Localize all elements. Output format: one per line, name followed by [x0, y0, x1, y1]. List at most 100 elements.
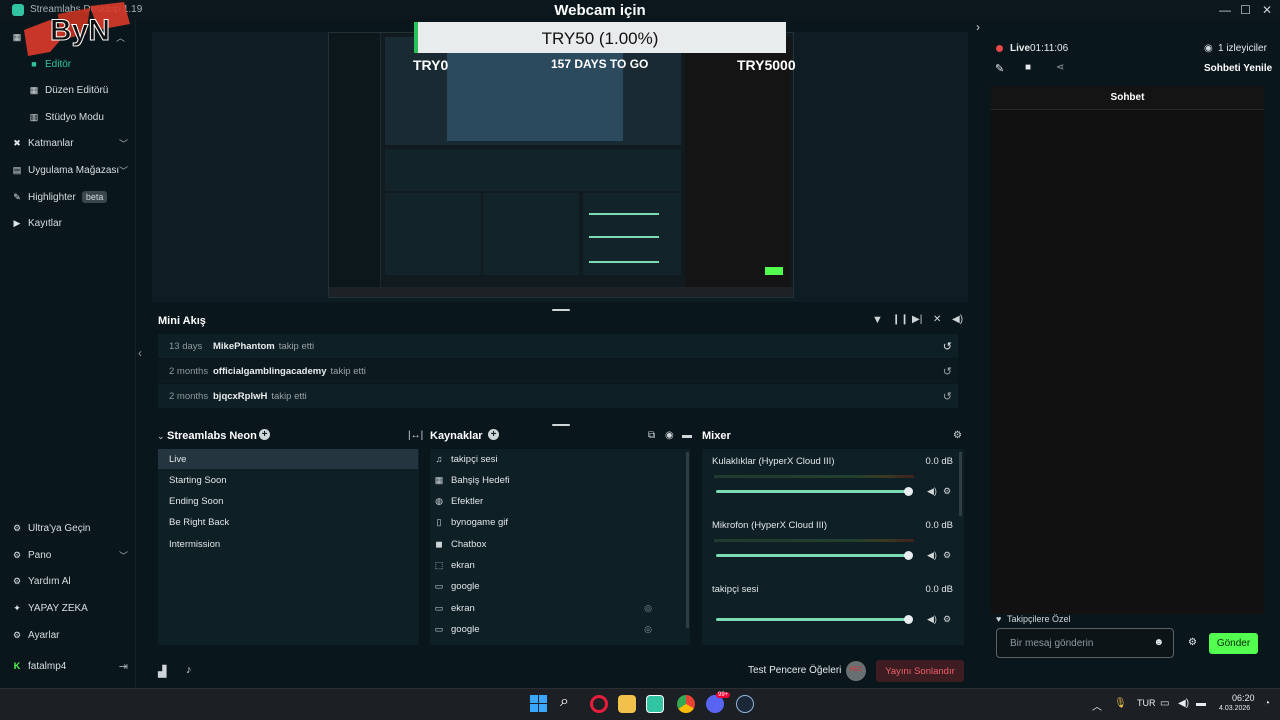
clock-time[interactable]: 06:20	[1232, 693, 1255, 703]
sidebar-item-highlighter[interactable]: ✎ Highlighter beta	[12, 188, 108, 206]
pencil-icon[interactable]: ✎	[995, 62, 1004, 75]
notifications-icon[interactable]: ◔	[1264, 698, 1270, 709]
send-button[interactable]: Gönder	[1209, 633, 1258, 654]
source-item[interactable]: ▭ google ◎	[434, 619, 684, 639]
volume-slider[interactable]	[716, 490, 908, 493]
volume-slider-knob[interactable]	[904, 615, 913, 624]
sidebar-item-settings[interactable]: ⚙ Ayarlar	[12, 626, 60, 644]
scene-item[interactable]: Ending Soon	[158, 491, 418, 511]
camera-icon[interactable]: ■	[1025, 62, 1031, 73]
end-stream-button[interactable]: Yayını Sonlandır	[876, 660, 964, 682]
sidebar-item-studio-mode[interactable]: ▥ Stüdyo Modu	[29, 108, 104, 126]
volume-slider-knob[interactable]	[904, 487, 913, 496]
close-button[interactable]: ✕	[1262, 3, 1272, 17]
steam-icon[interactable]	[736, 695, 754, 713]
sidebar-item-layers[interactable]: ✖ Katmanlar ﹀	[12, 134, 128, 152]
scene-item[interactable]: Intermission	[158, 534, 418, 554]
maximize-button[interactable]: ☐	[1240, 3, 1251, 17]
speaker-icon[interactable]: ◀)	[927, 486, 937, 497]
source-item[interactable]: ♫ takipçi sesi	[434, 449, 684, 469]
volume-slider[interactable]	[716, 554, 908, 557]
scene-item[interactable]: Live	[158, 449, 418, 469]
add-scene-icon[interactable]: +	[259, 429, 270, 440]
emoji-icon[interactable]: ☻	[1153, 637, 1164, 648]
network-icon[interactable]: ▭	[1160, 698, 1169, 709]
source-item[interactable]: ▭ ekran ◎	[434, 598, 684, 618]
gear-icon[interactable]: ⚙	[1188, 637, 1197, 648]
source-item[interactable]: ▭ google	[434, 576, 684, 596]
search-icon[interactable]: ⌕	[560, 693, 569, 711]
chevron-left-icon[interactable]: ‹	[138, 346, 142, 360]
source-item[interactable]: ▦ Bahşiş Hedefi	[434, 470, 684, 490]
gear-icon[interactable]: ⚙	[943, 486, 951, 497]
scenes-title[interactable]: Streamlabs Neon	[167, 430, 257, 442]
chevron-right-icon[interactable]: ›	[976, 20, 980, 34]
resize-handle[interactable]	[552, 309, 570, 311]
volume-slider[interactable]	[716, 618, 908, 621]
streamlabs-icon[interactable]	[646, 695, 664, 713]
add-source-icon[interactable]: +	[488, 429, 499, 440]
mixer-scrollbar[interactable]	[959, 452, 962, 516]
collapse-icon[interactable]: ⌄	[157, 431, 165, 442]
hidden-eye-icon[interactable]: ◎	[644, 624, 652, 635]
minimize-button[interactable]: —	[1219, 3, 1231, 17]
gear-icon[interactable]: ⚙	[943, 550, 951, 561]
source-item[interactable]: ⬚ ekran	[434, 555, 684, 575]
language-indicator[interactable]: TUR	[1137, 698, 1156, 708]
sidebar-item-app-store[interactable]: ▤ Uygulama Mağazası ﹀	[12, 161, 128, 179]
replay-icon[interactable]: ↺	[943, 390, 952, 403]
resize-handle[interactable]	[552, 424, 570, 426]
bell-icon[interactable]: ♪	[186, 664, 192, 676]
sidebar-item-ai[interactable]: ✦ YAPAY ZEKA	[12, 599, 88, 617]
calendar-icon: ▦	[434, 475, 444, 485]
chevron-up-icon[interactable]: ︿	[1092, 698, 1102, 713]
source-item[interactable]: ◍ Efektler	[434, 491, 684, 511]
record-button[interactable]: REC	[846, 661, 866, 681]
chat-message-input[interactable]: Bir mesaj gönderin ☻	[996, 628, 1174, 658]
gear-icon[interactable]: ⚙	[953, 430, 962, 441]
replay-icon[interactable]: ↺	[943, 365, 952, 378]
chat-box	[991, 86, 1264, 614]
sidebar-item-ultra[interactable]: ⚙ Ultra'ya Geçin	[12, 519, 91, 537]
share-icon[interactable]: ⋖	[1056, 62, 1064, 73]
test-widgets-button[interactable]: Test Pencere Öğeleri	[748, 665, 841, 676]
folder-icon[interactable]: ▬	[682, 430, 692, 441]
clock-date[interactable]: 4.03.2026	[1219, 705, 1250, 712]
tab-chat[interactable]: Sohbet	[991, 86, 1264, 110]
refresh-chat-button[interactable]: Sohbeti Yenile	[1204, 63, 1272, 74]
sidebar-item-layout-editor[interactable]: ▦ Düzen Editörü	[29, 81, 109, 99]
filter-icon[interactable]: ▼	[872, 314, 883, 326]
folder-icon[interactable]	[618, 695, 636, 713]
transition-icon[interactable]: |↔|	[408, 430, 423, 441]
chrome-icon[interactable]	[677, 695, 695, 713]
speaker-icon[interactable]: ◀)	[927, 550, 937, 561]
logout-icon[interactable]: ⇥	[119, 660, 128, 673]
source-item[interactable]: ▯ bynogame gif	[434, 512, 684, 532]
sidebar-item-recordings[interactable]: ▶ Kayıtlar	[12, 214, 62, 232]
visibility-icon[interactable]: ◉	[665, 430, 674, 441]
source-item[interactable]: ◼ Chatbox	[434, 534, 684, 554]
scene-item[interactable]: Be Right Back	[158, 512, 418, 532]
windows-start-icon[interactable]	[530, 695, 547, 712]
gear-icon[interactable]: ⚙	[943, 614, 951, 625]
speaker-icon[interactable]: ◀)	[927, 614, 937, 625]
scene-item[interactable]: Starting Soon	[158, 470, 418, 490]
volume-icon[interactable]: ◀)	[952, 314, 963, 325]
stats-icon[interactable]: ▟	[158, 665, 166, 678]
opera-icon[interactable]	[590, 695, 608, 713]
battery-icon[interactable]: ▬	[1196, 698, 1206, 709]
sidebar-item-dashboard[interactable]: ⚙ Pano ﹀	[12, 546, 128, 564]
volume-icon[interactable]: ◀)	[1178, 698, 1189, 709]
microphone-icon[interactable]: 🎙︎	[1114, 698, 1127, 709]
replay-icon[interactable]: ↺	[943, 340, 952, 353]
stream-preview[interactable]	[328, 32, 794, 298]
folder-add-icon[interactable]: ⧉	[648, 430, 655, 441]
hidden-eye-icon[interactable]: ◎	[644, 603, 652, 614]
sources-scrollbar[interactable]	[686, 452, 689, 628]
pause-icon[interactable]: ❙❙	[892, 314, 909, 325]
mute-alerts-icon[interactable]: ✕	[933, 314, 941, 325]
volume-slider-knob[interactable]	[904, 551, 913, 560]
sidebar-item-help[interactable]: ⚙ Yardım Al	[12, 572, 71, 590]
skip-icon[interactable]: ▶|	[912, 314, 922, 325]
sidebar-user[interactable]: K fatalmp4 ⇥	[12, 657, 128, 675]
